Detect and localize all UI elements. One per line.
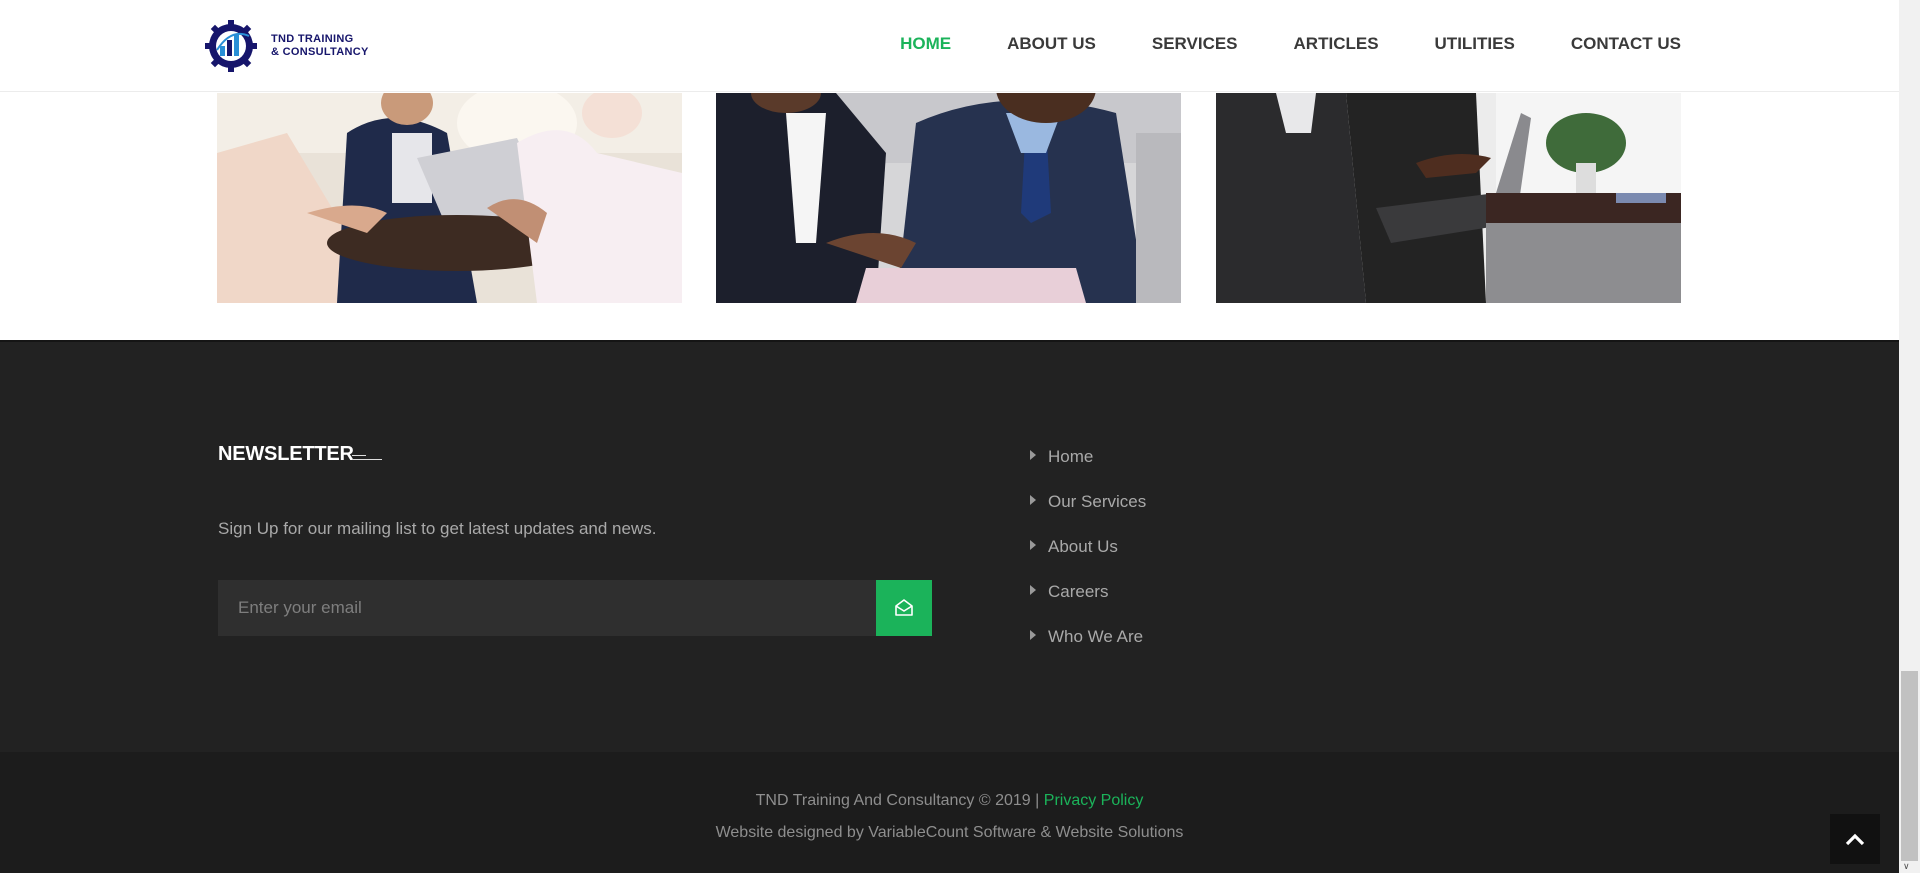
logo-line-2: & CONSULTANCY [271,46,369,58]
logo-gear-icon [205,20,257,72]
handshake-photo [716,93,1181,303]
caret-right-icon [1030,539,1036,550]
logo-text: TND TRAINING & CONSULTANCY [271,33,369,59]
newsletter-email-input[interactable] [218,580,876,636]
site-header: TND TRAINING & CONSULTANCY HOME ABOUT US… [0,0,1899,92]
title-underline-decoration [352,455,382,461]
nav-services[interactable]: SERVICES [1152,34,1238,54]
envelope-open-icon [895,599,913,616]
scrollbar-thumb[interactable] [1901,671,1918,861]
main-nav: HOME ABOUT US SERVICES ARTICLES UTILITIE… [844,34,1681,54]
footer-link-label: Who We Are [1048,626,1144,646]
newsletter-description: Sign Up for our mailing list to get late… [218,519,657,538]
meeting-photo [217,93,682,303]
scroll-to-top-button[interactable] [1830,814,1880,864]
footer-link-label: Careers [1048,581,1109,601]
nav-contact-us[interactable]: CONTACT US [1571,34,1681,54]
newsletter-submit-button[interactable] [876,580,932,636]
footer-link-label: Home [1048,446,1094,466]
privacy-policy-link[interactable]: Privacy Policy [1044,792,1144,809]
footer-link-home[interactable]: Home [1030,434,1146,479]
scroll-down-arrow-icon[interactable]: ∨ [1903,862,1910,872]
copyright-text: TND Training And Consultancy © 2019 | [755,792,1040,809]
nav-about-us[interactable]: ABOUT US [1007,34,1096,54]
newsletter-title: NEWSLETTER [218,443,354,465]
designer-credit: Website designed by VariableCount Softwa… [715,824,1184,841]
site-logo[interactable]: TND TRAINING & CONSULTANCY [205,20,395,72]
chevron-up-icon [1845,833,1865,846]
caret-right-icon [1030,584,1036,595]
footer-bottom-bar: TND Training And Consultancy © 2019 | Pr… [0,752,1899,873]
laptop-presentation-photo [1216,93,1681,303]
footer-link-who-we-are[interactable]: Who We Are [1030,614,1146,659]
nav-home[interactable]: HOME [900,34,951,54]
footer-link-label: About Us [1048,536,1118,556]
nav-articles[interactable]: ARTICLES [1294,34,1379,54]
footer-link-our-services[interactable]: Our Services [1030,479,1146,524]
caret-right-icon [1030,629,1036,640]
footer-links: Home Our Services About Us Careers Who W… [1030,434,1146,659]
footer-link-about-us[interactable]: About Us [1030,524,1146,569]
copyright-line: TND Training And Consultancy © 2019 | Pr… [0,792,1899,810]
footer-link-careers[interactable]: Careers [1030,569,1146,614]
footer-link-label: Our Services [1048,491,1147,511]
caret-right-icon [1030,449,1036,460]
caret-right-icon [1030,494,1036,505]
nav-utilities[interactable]: UTILITIES [1435,34,1515,54]
site-footer: NEWSLETTER Sign Up for our mailing list … [0,340,1899,752]
logo-line-1: TND TRAINING [271,33,354,45]
